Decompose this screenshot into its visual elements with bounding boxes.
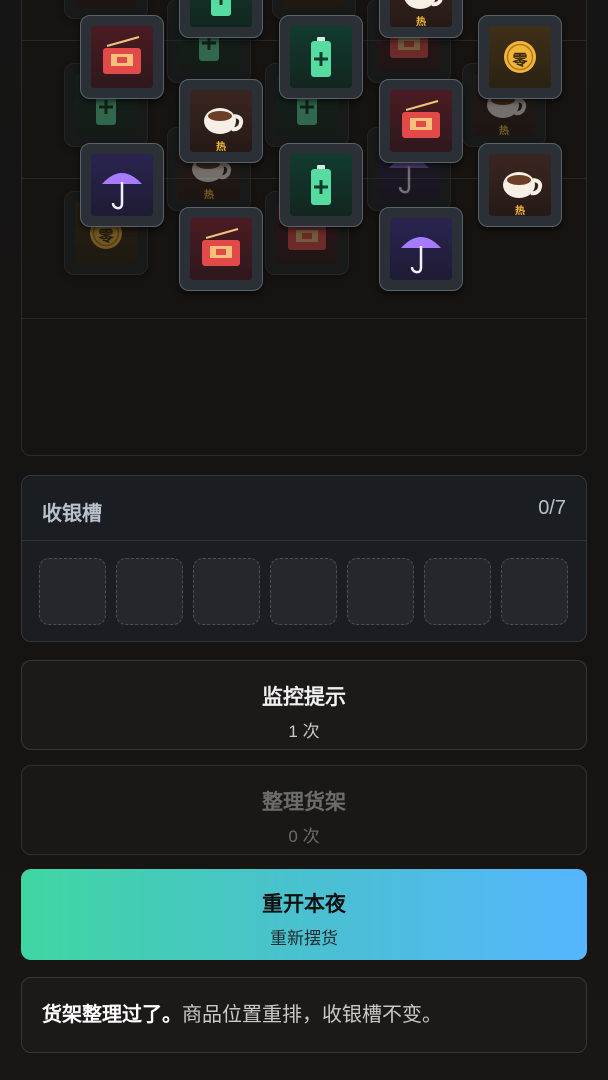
shelf-divider bbox=[22, 318, 586, 319]
tidy-button-count: 0 次 bbox=[288, 827, 320, 846]
status-message: 货架整理过了。商品位置重排，收银槽不变。 bbox=[21, 977, 587, 1053]
umbrella-tile[interactable] bbox=[80, 143, 164, 227]
status-message-bold: 货架整理过了。 bbox=[42, 1004, 182, 1026]
tidy-shelf-button[interactable]: 整理货架 0 次 bbox=[21, 765, 587, 855]
coffee-tile[interactable]: 热 bbox=[478, 143, 562, 227]
tray-count: 0/7 bbox=[538, 497, 566, 519]
tray-slot bbox=[116, 558, 183, 625]
red-envelope-tile[interactable] bbox=[80, 15, 164, 99]
hint-button[interactable]: 监控提示 1 次 bbox=[21, 660, 587, 750]
restart-button-sub: 重新摆货 bbox=[270, 929, 338, 948]
battery-tile[interactable] bbox=[279, 143, 363, 227]
coffee-tile[interactable]: 热 bbox=[379, 0, 463, 38]
restart-button[interactable]: 重开本夜 重新摆货 bbox=[21, 869, 587, 960]
battery-tile[interactable] bbox=[279, 15, 363, 99]
tray-header: 收银槽 0/7 bbox=[22, 476, 586, 541]
tray-slot bbox=[39, 558, 106, 625]
battery-tile[interactable] bbox=[179, 0, 263, 38]
tray-title: 收银槽 bbox=[42, 503, 102, 525]
tray-slots bbox=[39, 558, 568, 625]
coin-mark: 零 bbox=[98, 228, 114, 245]
coin-mark: 零 bbox=[512, 52, 528, 69]
hint-button-label: 监控提示 bbox=[262, 686, 346, 709]
checkout-tray: 收银槽 0/7 bbox=[21, 475, 587, 642]
coin-tile[interactable]: 零 bbox=[478, 15, 562, 99]
tidy-button-label: 整理货架 bbox=[262, 791, 346, 814]
tray-slot bbox=[347, 558, 414, 625]
hint-button-count: 1 次 bbox=[288, 722, 320, 741]
coffee-hot-mark: 热 bbox=[416, 17, 426, 28]
shelf-board: 热 热 零 热 零 热 热 bbox=[21, 0, 587, 456]
coffee-hot-mark: 热 bbox=[216, 142, 226, 153]
umbrella-tile[interactable] bbox=[379, 207, 463, 291]
status-message-text: 商品位置重排，收银槽不变。 bbox=[182, 1004, 442, 1026]
red-envelope-tile[interactable] bbox=[379, 79, 463, 163]
tray-slot bbox=[193, 558, 260, 625]
coffee-tile[interactable]: 热 bbox=[179, 79, 263, 163]
coffee-hot-mark: 热 bbox=[204, 190, 214, 201]
red-envelope-tile[interactable] bbox=[179, 207, 263, 291]
coffee-hot-mark: 热 bbox=[499, 126, 509, 137]
tray-slot bbox=[424, 558, 491, 625]
coffee-hot-mark: 热 bbox=[515, 206, 525, 217]
tray-slot bbox=[501, 558, 568, 625]
restart-button-label: 重开本夜 bbox=[262, 893, 346, 916]
tray-slot bbox=[270, 558, 337, 625]
